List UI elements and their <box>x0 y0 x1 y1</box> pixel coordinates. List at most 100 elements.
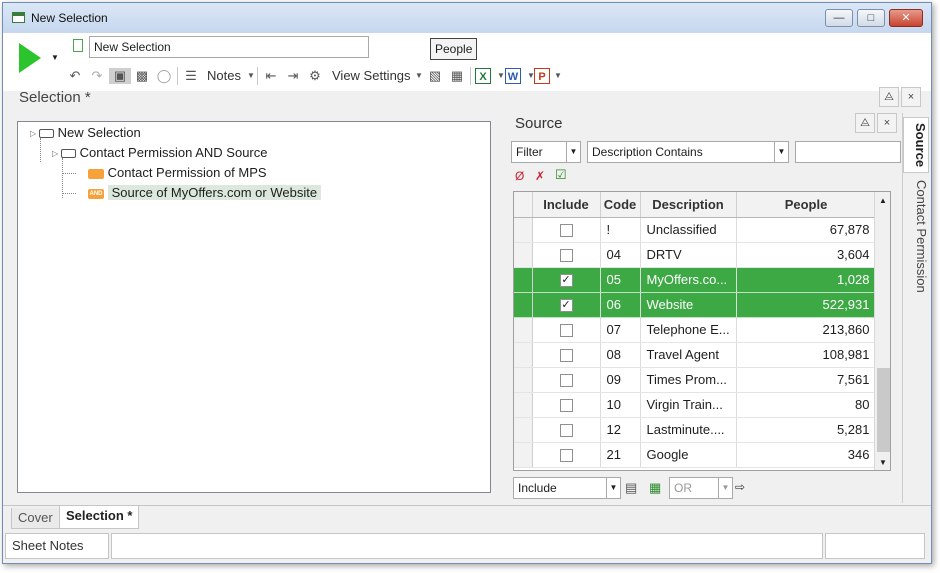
tab-cover[interactable]: Cover <box>11 508 60 529</box>
include-cell[interactable] <box>532 417 601 443</box>
filter-mode-select[interactable]: Description Contains ▼ <box>587 141 789 163</box>
column-header-include[interactable]: Include <box>532 192 601 218</box>
side-tab-source[interactable]: Source <box>903 117 929 173</box>
chevron-down-icon[interactable]: ▼ <box>606 478 620 498</box>
row-indicator[interactable] <box>514 442 533 468</box>
include-cell[interactable] <box>532 317 601 343</box>
tree-node-group[interactable]: ▷ Contact Permission AND Source <box>52 143 267 163</box>
close-panel-icon[interactable]: × <box>877 113 897 133</box>
row-indicator[interactable] <box>514 417 533 443</box>
uncheck-all-icon[interactable]: ✗ <box>535 169 545 183</box>
table-row[interactable]: ✓ 05 MyOffers.co... 1,028 <box>514 267 877 293</box>
powerpoint-dropdown-icon[interactable]: ▼ <box>550 68 566 84</box>
include-checkbox[interactable] <box>559 424 573 438</box>
include-cell[interactable] <box>532 342 601 368</box>
include-cell[interactable] <box>532 217 601 243</box>
pin-icon[interactable]: ⨺ <box>855 113 875 133</box>
table-row[interactable]: 10 Virgin Train... 80 <box>514 392 877 418</box>
table-row[interactable]: 04 DRTV 3,604 <box>514 242 877 268</box>
undo-icon[interactable]: ↶ <box>67 68 83 84</box>
outdent-icon[interactable]: ⇥ <box>285 68 301 84</box>
include-cell[interactable]: ✓ <box>532 267 601 293</box>
clear-filter-icon[interactable]: Ø <box>515 169 524 183</box>
include-cell[interactable] <box>532 392 601 418</box>
expand-icon[interactable]: ▷ <box>52 144 61 164</box>
save-icon[interactable]: ▩ <box>134 68 150 84</box>
column-header-code[interactable]: Code <box>600 192 641 218</box>
row-indicator[interactable] <box>514 267 533 293</box>
include-checkbox[interactable] <box>559 249 573 263</box>
selection-name-field[interactable]: New Selection <box>89 36 369 58</box>
redo-icon[interactable]: ↷ <box>89 68 105 84</box>
edit-list-icon[interactable]: ▤ <box>625 480 637 496</box>
minimize-button[interactable]: — <box>825 9 853 27</box>
powerpoint-icon[interactable]: P <box>534 68 550 84</box>
notes-menu[interactable]: Notes <box>207 67 241 87</box>
column-header-people[interactable]: People <box>736 192 877 218</box>
include-cell[interactable]: ✓ <box>532 292 601 318</box>
search-input[interactable] <box>795 141 901 163</box>
column-header-description[interactable]: Description <box>640 192 737 218</box>
row-indicator[interactable] <box>514 317 533 343</box>
tree-node-criteria-selected[interactable]: AND Source of MyOffers.com or Website <box>88 183 322 203</box>
chevron-down-icon[interactable]: ▼ <box>718 478 732 498</box>
view-settings-dropdown-icon[interactable]: ▼ <box>411 68 427 84</box>
include-select[interactable]: Include ▼ <box>513 477 621 499</box>
tree-node-criteria[interactable]: Contact Permission of MPS <box>88 163 267 183</box>
settings-icon[interactable]: ⚙ <box>307 68 323 84</box>
grid-select-icon[interactable]: ▦ <box>649 480 661 496</box>
run-dropdown-icon[interactable]: ▼ <box>51 53 59 62</box>
indent-icon[interactable]: ⇤ <box>263 68 279 84</box>
tree-node-root[interactable]: ▷ New Selection <box>30 123 141 143</box>
tree-icon[interactable]: ▧ <box>427 68 443 84</box>
close-panel-icon[interactable]: × <box>901 87 921 107</box>
close-button[interactable]: ✕ <box>889 9 923 27</box>
selection-tree[interactable]: ▷ New Selection ▷ Contact Permission AND… <box>17 121 491 493</box>
dock-icon[interactable]: ⇨ <box>735 480 745 494</box>
people-button[interactable]: People <box>430 38 478 60</box>
table-row[interactable]: ! Unclassified 67,878 <box>514 217 877 243</box>
tab-selection[interactable]: Selection * <box>59 506 140 529</box>
run-icon[interactable] <box>19 43 41 73</box>
table-row[interactable]: ✓ 06 Website 522,931 <box>514 292 877 318</box>
excel-icon[interactable]: X <box>475 68 491 84</box>
chevron-down-icon[interactable]: ▼ <box>774 142 788 162</box>
table-row[interactable]: 21 Google 346 <box>514 442 877 468</box>
expand-icon[interactable]: ▷ <box>30 124 39 144</box>
maximize-button[interactable]: □ <box>857 9 885 27</box>
row-indicator[interactable] <box>514 392 533 418</box>
source-grid[interactable]: Include Code Description People ! Unclass… <box>513 191 891 471</box>
table-row[interactable]: 08 Travel Agent 108,981 <box>514 342 877 368</box>
include-checkbox[interactable] <box>559 224 573 238</box>
word-icon[interactable]: W <box>505 68 521 84</box>
table-row[interactable]: 07 Telephone E... 213,860 <box>514 317 877 343</box>
table-row[interactable]: 12 Lastminute.... 5,281 <box>514 417 877 443</box>
include-cell[interactable] <box>532 442 601 468</box>
include-checkbox[interactable]: ✓ <box>559 274 573 288</box>
scroll-up-icon[interactable]: ▲ <box>879 196 887 205</box>
include-checkbox[interactable] <box>559 399 573 413</box>
include-checkbox[interactable]: ✓ <box>559 299 573 313</box>
include-cell[interactable] <box>532 242 601 268</box>
check-all-icon[interactable]: ☑ <box>555 167 567 183</box>
notes-icon[interactable]: ☰ <box>183 68 199 84</box>
sheet-notes-field[interactable] <box>111 533 823 559</box>
pin-icon[interactable]: ⨺ <box>879 87 899 107</box>
database-icon[interactable]: ◯ <box>156 68 172 84</box>
include-cell[interactable] <box>532 367 601 393</box>
view-settings-menu[interactable]: View Settings <box>332 67 411 87</box>
row-indicator[interactable] <box>514 367 533 393</box>
row-indicator[interactable] <box>514 242 533 268</box>
scrollbar-thumb[interactable] <box>877 368 890 452</box>
side-tab-contact-permission[interactable]: Contact Permission <box>903 175 929 297</box>
filter-select[interactable]: Filter ▼ <box>511 141 581 163</box>
row-indicator[interactable] <box>514 217 533 243</box>
lock-icon[interactable]: ▣ <box>109 68 131 84</box>
vertical-scrollbar[interactable]: ▲ ▼ <box>874 192 890 470</box>
include-checkbox[interactable] <box>559 324 573 338</box>
table-row[interactable]: 09 Times Prom... 7,561 <box>514 367 877 393</box>
or-select[interactable]: OR ▼ <box>669 477 733 499</box>
scroll-down-icon[interactable]: ▼ <box>879 458 887 467</box>
row-indicator[interactable] <box>514 342 533 368</box>
include-checkbox[interactable] <box>559 374 573 388</box>
